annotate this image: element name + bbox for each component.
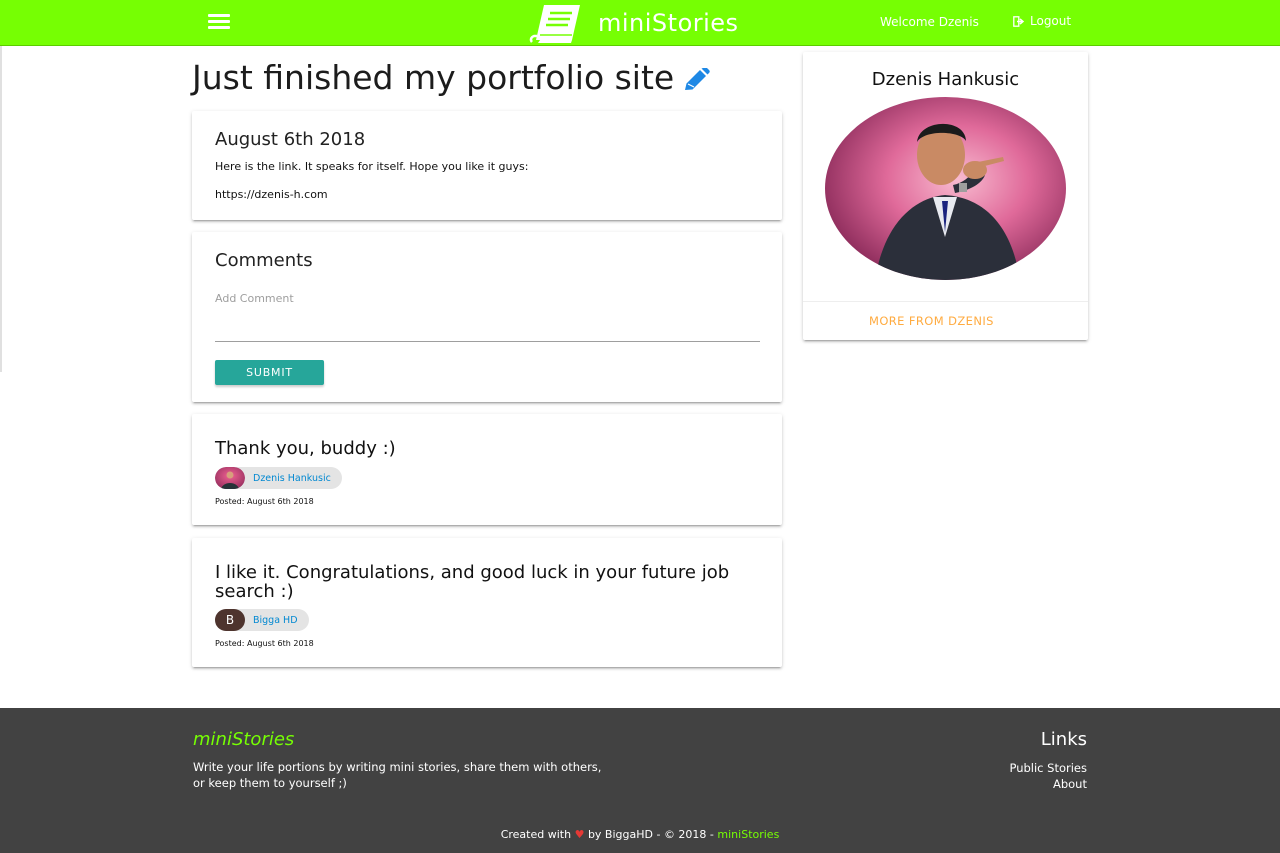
- comment-text: Thank you, buddy :): [215, 438, 396, 459]
- author-name: Bigga HD: [253, 614, 298, 626]
- heart-icon: ♥: [574, 828, 585, 841]
- credit-text: by BiggaHD - © 2018 -: [587, 828, 714, 841]
- about-link[interactable]: About: [1053, 777, 1087, 791]
- avatar: B: [215, 609, 245, 631]
- welcome-text: Welcome Dzenis: [880, 15, 979, 29]
- author-photo: [825, 97, 1066, 280]
- comment-card: I like it. Congratulations, and good luc…: [192, 538, 782, 667]
- author-chip[interactable]: Dzenis Hankusic: [215, 467, 342, 489]
- more-from-author-link[interactable]: MORE FROM DZENIS: [869, 314, 994, 328]
- add-comment-input[interactable]: [215, 314, 760, 342]
- story-link: https://dzenis-h.com: [215, 188, 328, 202]
- author-name: Dzenis Hankusic: [253, 472, 331, 484]
- author-name: Dzenis Hankusic: [871, 69, 1020, 90]
- brand-name: miniStories: [598, 9, 739, 37]
- story-body: Here is the link. It speaks for itself. …: [215, 159, 528, 216]
- footer-credit: Created with ♥ by BiggaHD - © 2018 - min…: [0, 828, 1280, 841]
- comment-text: I like it. Congratulations, and good luc…: [215, 562, 730, 603]
- credit-text: Created with: [500, 828, 572, 841]
- story-title-text: Just finished my portfolio site: [192, 58, 675, 97]
- footer-brand: miniStories: [193, 729, 295, 750]
- posted-date: Posted: August 6th 2018: [215, 639, 314, 648]
- add-comment-label: Add Comment: [215, 292, 294, 305]
- logout-link[interactable]: Logout: [1013, 14, 1071, 28]
- comment-form-card: Comments Add Comment SUBMIT: [192, 232, 782, 402]
- public-stories-link[interactable]: Public Stories: [1009, 761, 1087, 775]
- author-card: Dzenis Hankusic MORE FROM DZENIS: [803, 52, 1088, 340]
- footer-links-heading: Links: [1040, 729, 1087, 750]
- avatar: [215, 467, 245, 489]
- footer: miniStories Write your life portions by …: [0, 708, 1280, 853]
- posted-date: Posted: August 6th 2018: [215, 497, 314, 506]
- book-logo-icon: [529, 5, 580, 43]
- menu-icon[interactable]: [208, 14, 230, 32]
- divider: [803, 301, 1088, 302]
- story-card: August 6th 2018 Here is the link. It spe…: [192, 111, 782, 220]
- navbar: miniStories Welcome Dzenis Logout: [0, 0, 1280, 46]
- side-edge: [0, 46, 2, 372]
- sign-out-icon: [1013, 15, 1025, 27]
- logout-label: Logout: [1030, 14, 1072, 28]
- story-paragraph: Here is the link. It speaks for itself. …: [215, 160, 529, 173]
- comments-heading: Comments: [215, 250, 313, 271]
- comment-card: Thank you, buddy :) Dzenis Hankusic Post…: [192, 414, 782, 525]
- story-date: August 6th 2018: [215, 129, 366, 150]
- story-title: Just finished my portfolio site: [192, 58, 711, 97]
- credit-brand-link[interactable]: miniStories: [717, 828, 779, 841]
- pencil-icon[interactable]: [683, 67, 711, 92]
- submit-button[interactable]: SUBMIT: [215, 360, 324, 385]
- author-chip[interactable]: B Bigga HD: [215, 609, 309, 631]
- footer-description: Write your life portions by writing mini…: [193, 760, 602, 790]
- brand-link[interactable]: miniStories: [528, 2, 739, 44]
